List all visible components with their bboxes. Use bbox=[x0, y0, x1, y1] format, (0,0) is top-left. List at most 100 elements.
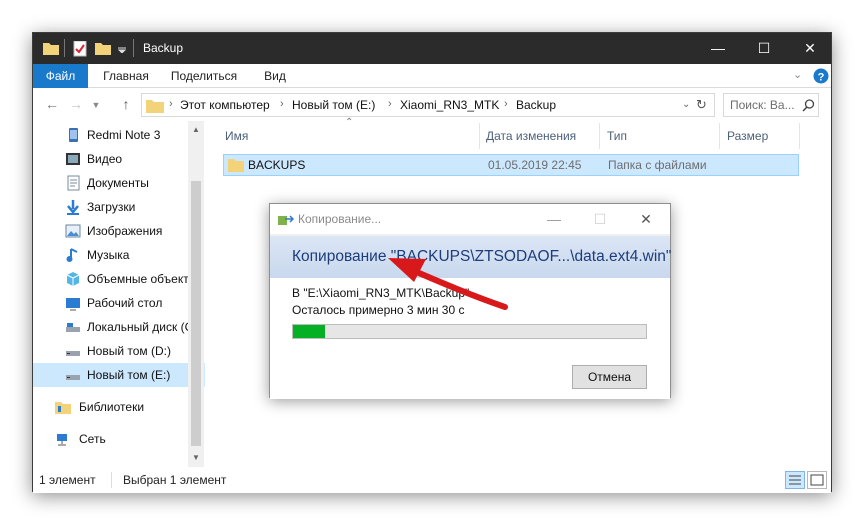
up-arrow-icon[interactable]: ↑ bbox=[115, 96, 137, 112]
drive-icon bbox=[66, 351, 80, 356]
address-bar[interactable]: › Этот компьютер › Новый том (E:) › Xiao… bbox=[141, 93, 715, 117]
copy-icon bbox=[278, 215, 294, 225]
nav-item-pictures[interactable]: Изображения bbox=[33, 219, 205, 243]
music-icon bbox=[66, 248, 78, 262]
tab-home[interactable]: Главная bbox=[93, 64, 159, 88]
progress-fill bbox=[293, 325, 325, 338]
table-row[interactable]: BACKUPS 01.05.2019 22:45 Папка с файлами bbox=[223, 154, 799, 176]
folder-icon bbox=[228, 159, 244, 172]
column-header-size[interactable]: Размер bbox=[727, 129, 768, 143]
forward-arrow-icon[interactable]: → bbox=[65, 96, 87, 112]
breadcrumb-separator[interactable]: › bbox=[280, 98, 284, 110]
chevron-down-icon[interactable] bbox=[117, 45, 127, 53]
navigation-pane: Redmi Note 3 Видео Документы Загрузки Из… bbox=[33, 121, 205, 467]
details-view-button[interactable] bbox=[785, 471, 805, 489]
help-icon[interactable]: ? bbox=[813, 68, 829, 84]
search-input[interactable]: Поиск: Ba... bbox=[730, 98, 795, 112]
refresh-icon[interactable]: ↻ bbox=[696, 97, 707, 113]
item-count: 1 элемент bbox=[39, 473, 96, 487]
nav-item-desktop[interactable]: Рабочий стол bbox=[33, 291, 205, 315]
scroll-up-icon[interactable]: ▲ bbox=[192, 125, 200, 134]
pictures-icon bbox=[65, 224, 81, 238]
tab-file[interactable]: Файл bbox=[33, 64, 88, 88]
nav-scrollbar[interactable]: ▲ ▼ bbox=[188, 121, 204, 467]
nav-item-redmi-note-3[interactable]: Redmi Note 3 bbox=[33, 123, 205, 147]
recent-locations-icon[interactable]: ▼ bbox=[85, 100, 107, 110]
column-header-type[interactable]: Тип bbox=[607, 129, 627, 143]
address-row: ← → ▼ ↑ › Этот компьютер › Новый том (E:… bbox=[33, 89, 831, 121]
dialog-title: Копирование... bbox=[298, 212, 382, 226]
dialog-header: Копирование "BACKUPS\ZTSODAOF...\data.ex… bbox=[270, 236, 671, 278]
destination-text: В "E:\Xiaomi_RN3_MTK\Backup" bbox=[292, 286, 470, 300]
minimize-button[interactable]: — bbox=[695, 33, 741, 64]
nav-item-volume-d[interactable]: Новый том (D:) bbox=[33, 339, 205, 363]
breadcrumb-separator: › bbox=[169, 98, 173, 110]
divider bbox=[64, 39, 65, 57]
search-icon bbox=[802, 99, 815, 112]
column-divider[interactable] bbox=[599, 123, 600, 149]
tab-view[interactable]: Вид bbox=[255, 64, 295, 88]
breadcrumb-this-pc[interactable]: Этот компьютер bbox=[180, 98, 270, 112]
close-button[interactable]: ✕ bbox=[787, 33, 833, 64]
ribbon-tabs: Файл Главная Поделиться Вид ⌄ ? bbox=[33, 64, 831, 88]
breadcrumb-separator[interactable]: › bbox=[388, 98, 392, 110]
status-bar: 1 элемент Выбран 1 элемент bbox=[33, 467, 831, 493]
chevron-down-icon[interactable]: ⌄ bbox=[793, 68, 802, 81]
folder-icon bbox=[146, 100, 164, 113]
dialog-body: В "E:\Xiaomi_RN3_MTK\Backup" Осталось пр… bbox=[270, 278, 670, 399]
breadcrumb-drive-e[interactable]: Новый том (E:) bbox=[292, 98, 375, 112]
chevron-down-icon[interactable]: ⌄ bbox=[682, 99, 690, 110]
divider bbox=[111, 472, 112, 488]
nav-item-documents[interactable]: Документы bbox=[33, 171, 205, 195]
nav-item-music[interactable]: Музыка bbox=[33, 243, 205, 267]
title-bar[interactable]: Backup — ☐ ✕ bbox=[33, 33, 831, 64]
file-name: BACKUPS bbox=[248, 158, 306, 172]
nav-item-volume-e[interactable]: Новый том (E:) bbox=[33, 363, 205, 387]
new-folder-icon[interactable] bbox=[95, 41, 111, 55]
nav-item-video[interactable]: Видео bbox=[33, 147, 205, 171]
scroll-down-icon[interactable]: ▼ bbox=[192, 453, 200, 462]
dialog-close-button[interactable]: ✕ bbox=[626, 204, 666, 234]
downloads-icon bbox=[67, 200, 79, 215]
nav-item-downloads[interactable]: Загрузки bbox=[33, 195, 205, 219]
column-divider[interactable] bbox=[799, 123, 800, 149]
copy-dialog: Копирование... — ☐ ✕ Копирование "BACKUP… bbox=[269, 203, 671, 399]
file-type: Папка с файлами bbox=[608, 158, 707, 172]
cancel-button[interactable]: Отмена bbox=[572, 365, 647, 389]
nav-item-network[interactable]: Сеть bbox=[33, 427, 205, 451]
dialog-maximize-button[interactable]: ☐ bbox=[580, 204, 620, 234]
dialog-minimize-button[interactable]: — bbox=[534, 204, 574, 234]
scrollbar-thumb[interactable] bbox=[191, 181, 201, 446]
phone-icon bbox=[69, 128, 78, 142]
3d-objects-icon bbox=[66, 272, 80, 286]
drive-icon bbox=[66, 375, 80, 380]
desktop-icon bbox=[66, 298, 80, 311]
maximize-button[interactable]: ☐ bbox=[741, 33, 787, 64]
search-box[interactable]: Поиск: Ba... bbox=[723, 93, 819, 117]
breadcrumb-xiaomi[interactable]: Xiaomi_RN3_MTK bbox=[400, 98, 499, 112]
selected-count: Выбран 1 элемент bbox=[123, 473, 227, 487]
file-date: 01.05.2019 22:45 bbox=[488, 158, 582, 172]
documents-icon bbox=[67, 175, 80, 191]
large-icons-view-button[interactable] bbox=[807, 471, 827, 489]
properties-icon[interactable] bbox=[73, 41, 87, 57]
column-header-name[interactable]: Имя bbox=[225, 129, 248, 143]
sort-ascending-icon: ⌃ bbox=[345, 117, 354, 128]
divider bbox=[133, 39, 134, 57]
large-icons-view-icon bbox=[810, 474, 824, 486]
column-divider[interactable] bbox=[719, 123, 720, 149]
back-arrow-icon[interactable]: ← bbox=[41, 96, 63, 112]
column-header-date[interactable]: Дата изменения bbox=[486, 129, 576, 143]
column-divider[interactable] bbox=[479, 123, 480, 149]
nav-item-local-disk-c[interactable]: Локальный диск (C bbox=[33, 315, 205, 339]
breadcrumb-backup[interactable]: Backup bbox=[516, 98, 556, 112]
dialog-title-bar[interactable]: Копирование... — ☐ ✕ bbox=[270, 204, 670, 234]
breadcrumb-separator[interactable]: › bbox=[504, 98, 508, 110]
window-title: Backup bbox=[143, 41, 184, 55]
svg-text:?: ? bbox=[818, 72, 825, 84]
nav-item-libraries[interactable]: Библиотеки bbox=[33, 395, 205, 419]
folder-icon bbox=[43, 43, 59, 55]
drive-icon bbox=[66, 323, 80, 332]
nav-item-3d-objects[interactable]: Объемные объект bbox=[33, 267, 205, 291]
tab-share[interactable]: Поделиться bbox=[165, 64, 243, 88]
